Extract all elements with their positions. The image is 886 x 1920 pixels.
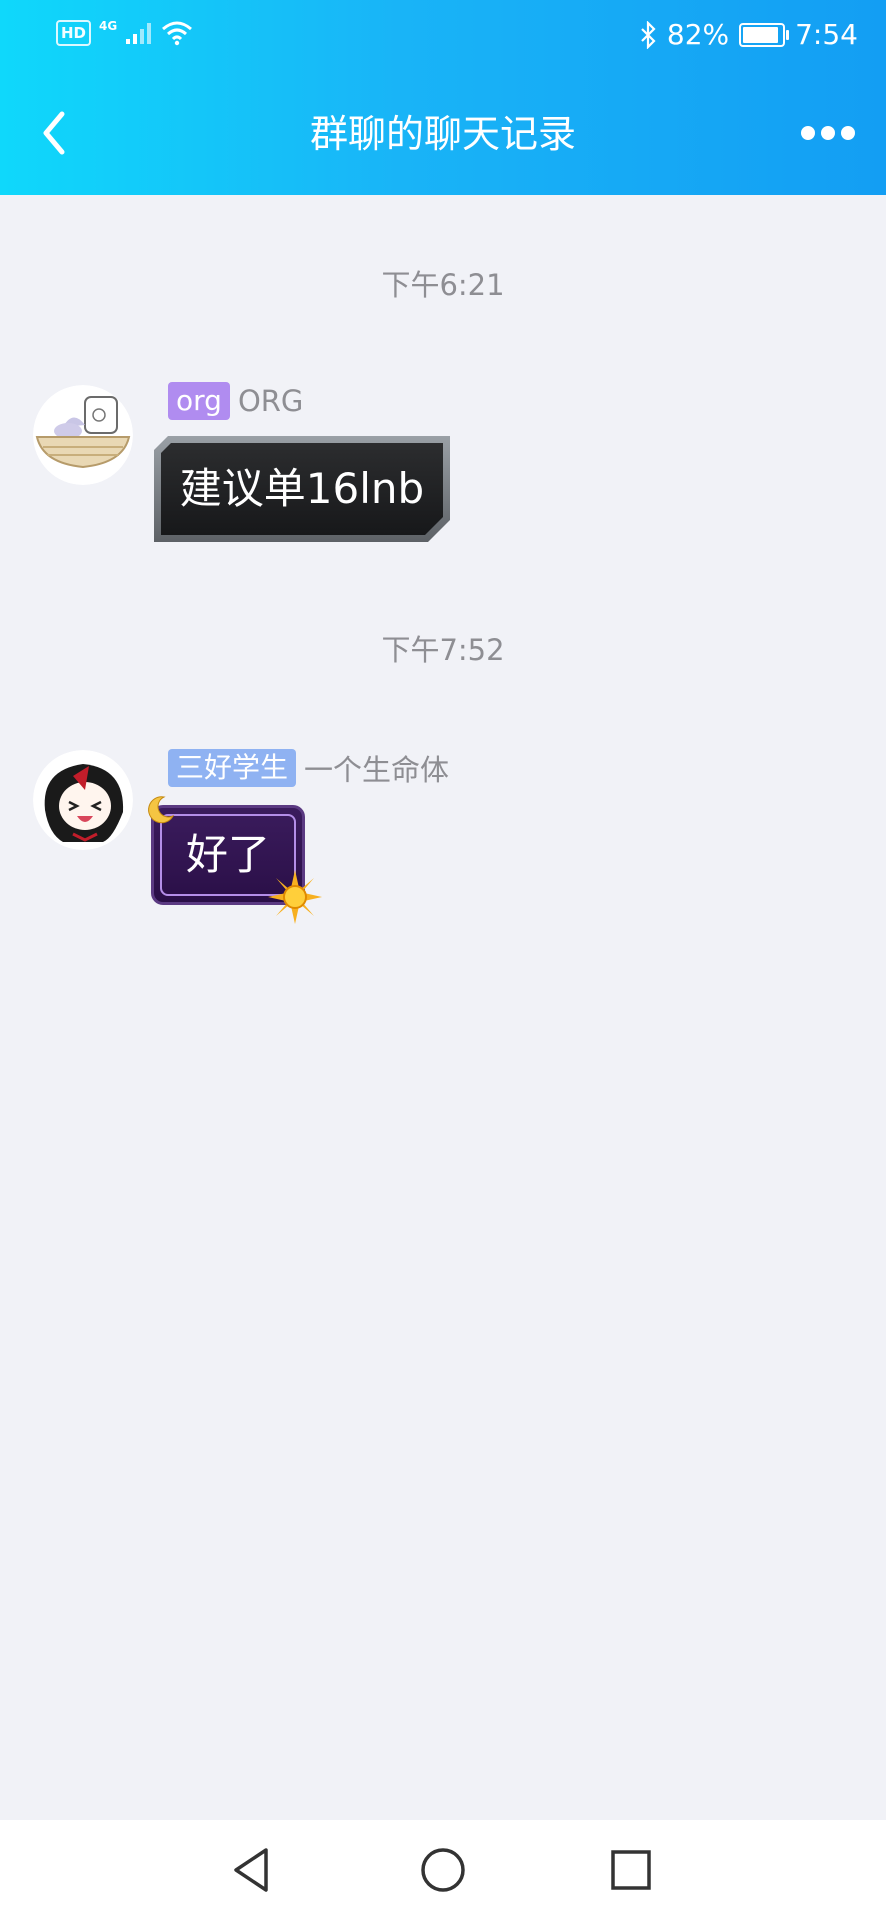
message-time: 下午6:21 [381, 268, 505, 302]
sender-line: org ORG [168, 382, 303, 420]
sun-icon [268, 870, 322, 924]
bubble-inner: 建议单16lnb [161, 443, 443, 535]
page-title: 群聊的聊天记录 [309, 112, 576, 156]
signal-icon [126, 23, 152, 44]
nav-recents-button[interactable] [605, 1844, 657, 1896]
message-bubble[interactable]: 建议单16lnb [154, 436, 450, 542]
status-bar: HD 4G 82% 7:54 [0, 0, 886, 72]
square-recents-icon [611, 1850, 651, 1890]
nav-home-button[interactable] [417, 1844, 469, 1896]
hd-badge: HD [56, 20, 92, 46]
header: HD 4G 82% 7:54 群聊的聊天记录 [0, 0, 886, 195]
circle-home-icon [421, 1848, 465, 1892]
more-dots-icon [801, 126, 855, 140]
sender-name[interactable]: ORG [238, 384, 303, 418]
more-button[interactable] [800, 120, 856, 146]
status-bar-right: 82% 7:54 [639, 18, 858, 51]
moon-icon [148, 796, 175, 824]
battery-icon [739, 22, 790, 47]
status-bar-left: HD 4G [56, 19, 193, 46]
member-tag: 三好学生 [168, 749, 297, 787]
sender-line: 三好学生 一个生命体 [168, 747, 449, 789]
avatar[interactable] [33, 750, 133, 850]
system-nav-bar [0, 1820, 886, 1920]
battery-percent: 82% [666, 18, 730, 51]
avatar[interactable] [33, 385, 133, 485]
nav-back-button[interactable] [226, 1844, 278, 1896]
message-text: 建议单16lnb [179, 464, 425, 513]
sender-name[interactable]: 一个生命体 [304, 747, 449, 789]
wifi-icon [162, 21, 193, 46]
member-tag: org [168, 382, 230, 420]
bluetooth-icon [641, 20, 656, 49]
battery-fill [743, 26, 778, 43]
triangle-back-icon [234, 1848, 268, 1892]
clock: 7:54 [795, 18, 858, 51]
message-text: 好了 [185, 830, 270, 879]
network-type: 4G [99, 19, 118, 33]
message-time: 下午7:52 [381, 633, 505, 667]
